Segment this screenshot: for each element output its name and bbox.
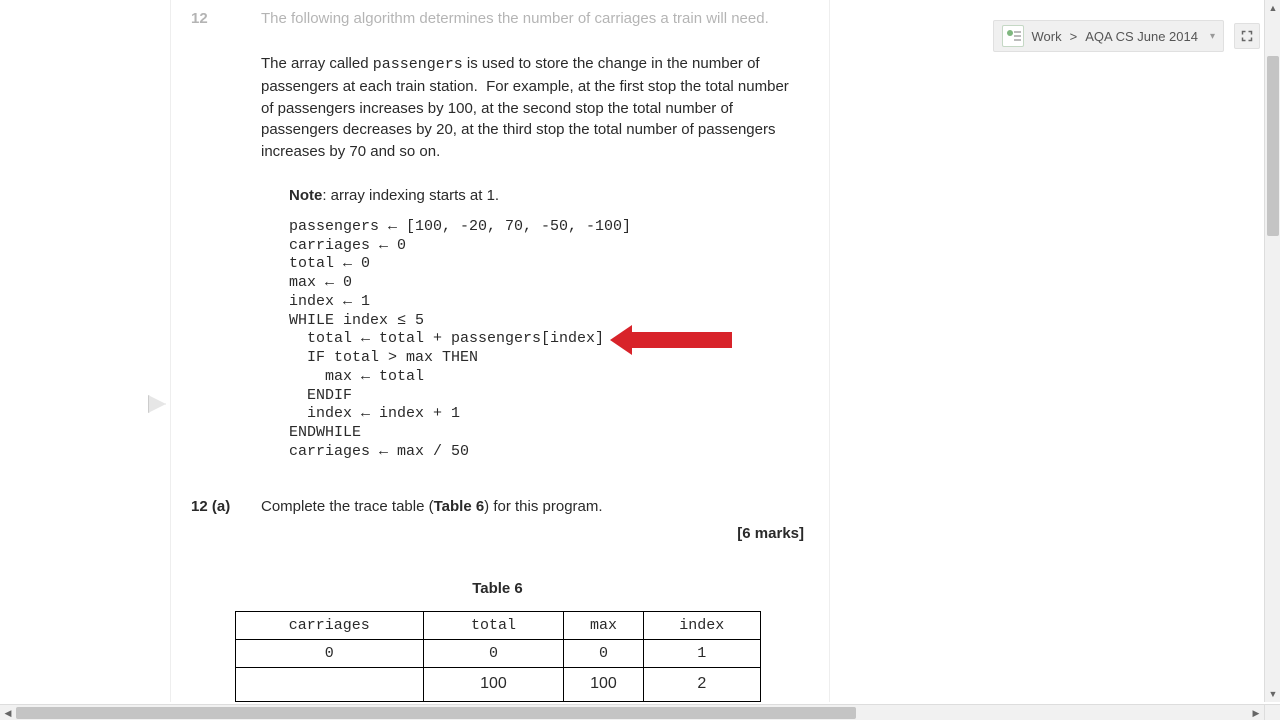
note-line: Note: array indexing starts at 1. <box>289 187 804 204</box>
scroll-down-button[interactable]: ▼ <box>1265 686 1280 702</box>
breadcrumb[interactable]: Work > AQA CS June 2014 ▾ <box>993 20 1224 52</box>
vscroll-thumb[interactable] <box>1267 56 1279 236</box>
table-title: Table 6 <box>191 580 804 597</box>
col-total: total <box>424 611 564 639</box>
expand-icon <box>1241 30 1253 42</box>
col-max: max <box>563 611 643 639</box>
horizontal-scrollbar[interactable]: ◀ ▶ <box>0 704 1264 720</box>
scroll-right-button[interactable]: ▶ <box>1248 705 1264 721</box>
doc-icon <box>1002 25 1024 47</box>
scroll-up-button[interactable]: ▲ <box>1265 0 1280 16</box>
part-question: Complete the trace table (Table 6) for t… <box>261 498 804 542</box>
expand-button[interactable] <box>1234 23 1260 49</box>
trace-table: carriages total max index 0 0 0 1 100 10… <box>235 611 761 703</box>
chevron-down-icon: ▾ <box>1210 31 1215 42</box>
question-number: 12 <box>191 10 236 27</box>
vertical-scrollbar[interactable]: ▲ ▼ <box>1264 0 1280 702</box>
pseudocode-block: passengers ← [100, -20, 70, -50, -100] c… <box>289 218 804 462</box>
scroll-corner <box>1264 704 1280 720</box>
hscroll-thumb[interactable] <box>16 707 856 719</box>
scroll-left-button[interactable]: ◀ <box>0 705 16 721</box>
side-tab-handle[interactable] <box>148 395 166 413</box>
breadcrumb-seg1: Work <box>1032 29 1062 44</box>
col-carriages: carriages <box>235 611 424 639</box>
breadcrumb-seg2: AQA CS June 2014 <box>1085 29 1198 44</box>
intro-truncated: The following algorithm determines the n… <box>261 10 804 27</box>
col-index: index <box>644 611 760 639</box>
part-label: 12 (a) <box>191 498 236 542</box>
document-page: 12 The following algorithm determines th… <box>170 0 830 702</box>
intro-paragraph: The array called passengers is used to s… <box>261 53 804 163</box>
marks: [6 marks] <box>261 525 804 542</box>
